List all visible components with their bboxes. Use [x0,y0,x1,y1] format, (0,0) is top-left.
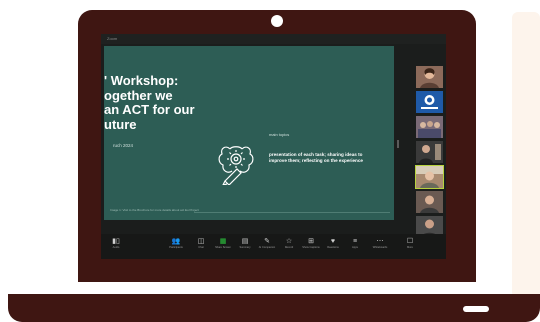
summary-button[interactable]: ▤ Summary [234,237,256,257]
summary-icon: ▤ [241,238,249,245]
slide-subtitle: ruch 2024 [113,143,134,148]
slide-divider [194,212,390,213]
more-button[interactable]: ☐ More [399,237,421,257]
record-button[interactable]: ☆ Record [278,237,300,257]
slide-title-line: uture [104,116,137,132]
brain-pencil-icon [218,146,254,185]
trackpad-indicator [463,306,489,312]
toolbar-label: Whiteboards [372,246,388,249]
audio-button[interactable]: ▮▯ Audio [105,237,127,257]
toolbar-label: Share Screen [215,246,231,249]
participant-gallery [415,66,444,238]
apps-button[interactable]: ≡ Apps [344,237,366,257]
toolbar-label: Reactions [327,246,339,249]
share-screen-button[interactable]: ▦ Share Screen [212,237,234,257]
record-icon: ☆ [285,238,293,245]
participant-tile[interactable] [416,66,443,88]
participant-tile-active-speaker[interactable] [415,165,444,189]
chat-button[interactable]: ◫ Chat [190,237,212,257]
panel-resize-handle[interactable] [397,140,399,148]
share-screen-icon: ▦ [219,238,227,245]
meeting-toolbar: ▮▯ Audio 👥 Participants ◫ Chat ▦ Share Scree… [101,234,446,259]
microphone-icon: ▮▯ [112,238,120,245]
slide-title-line: ' Workshop: [104,73,179,88]
whiteboards-button[interactable]: ⋯ Whiteboards [369,237,391,257]
toolbar-label: Chat [198,246,204,249]
participants-button[interactable]: 👥 Participants [165,237,187,257]
toolbar-label: Show Captions [302,246,320,249]
laptop-base [8,294,540,322]
chat-icon: ◫ [197,238,205,245]
person-icon [420,195,439,213]
toolbar-label: Record [284,246,294,249]
toolbar-label: More [407,246,413,249]
toolbar-label: Participants [169,246,183,249]
group-icon [418,121,441,138]
toolbar-label: AI Companion [258,246,276,249]
slide-title-line: ogether we [104,87,173,103]
captions-icon: ⊞ [308,238,314,245]
shared-slide: ' Workshop: ogether we an ACT for our ut… [104,46,394,220]
background-card [512,12,540,298]
toolbar-label: Audio [112,246,120,249]
slide-footnote: Image 1: Visit to the Brochure for more … [110,208,199,212]
slide-title: ' Workshop: ogether we an ACT for our ut… [104,73,234,132]
participants-icon: 👥 [171,238,181,245]
ai-companion-button[interactable]: ✎ AI Companion [256,237,278,257]
logo-icon [421,95,438,109]
window-title: Zoom [107,36,118,41]
webcam-icon [271,15,283,27]
toolbar-label: Summary [239,246,251,249]
participant-tile[interactable] [416,191,443,213]
reactions-button[interactable]: ♥ Reactions [322,237,344,257]
toolbar-label: Apps [352,246,358,249]
person-icon [419,144,441,163]
person-icon [416,166,443,188]
slide-description: presentation of each task; sharing ideas… [269,152,363,163]
zoom-window: Zoom ' Workshop: ogether we an ACT for o… [101,34,446,259]
slide-section-label: main topics [269,132,290,137]
window-top-bar: Zoom [101,34,446,44]
slide-title-line: an ACT for our [104,102,195,117]
person-icon [420,68,439,88]
apps-icon: ≡ [352,238,358,245]
ai-companion-icon: ✎ [264,238,270,245]
participant-tile[interactable] [416,116,443,138]
whiteboards-icon: ⋯ [376,238,384,245]
participant-tile[interactable] [416,91,443,113]
show-captions-button[interactable]: ⊞ Show Captions [300,237,322,257]
more-icon: ☐ [406,238,414,245]
participant-tile[interactable] [416,141,443,163]
reactions-icon: ♥ [330,238,336,245]
